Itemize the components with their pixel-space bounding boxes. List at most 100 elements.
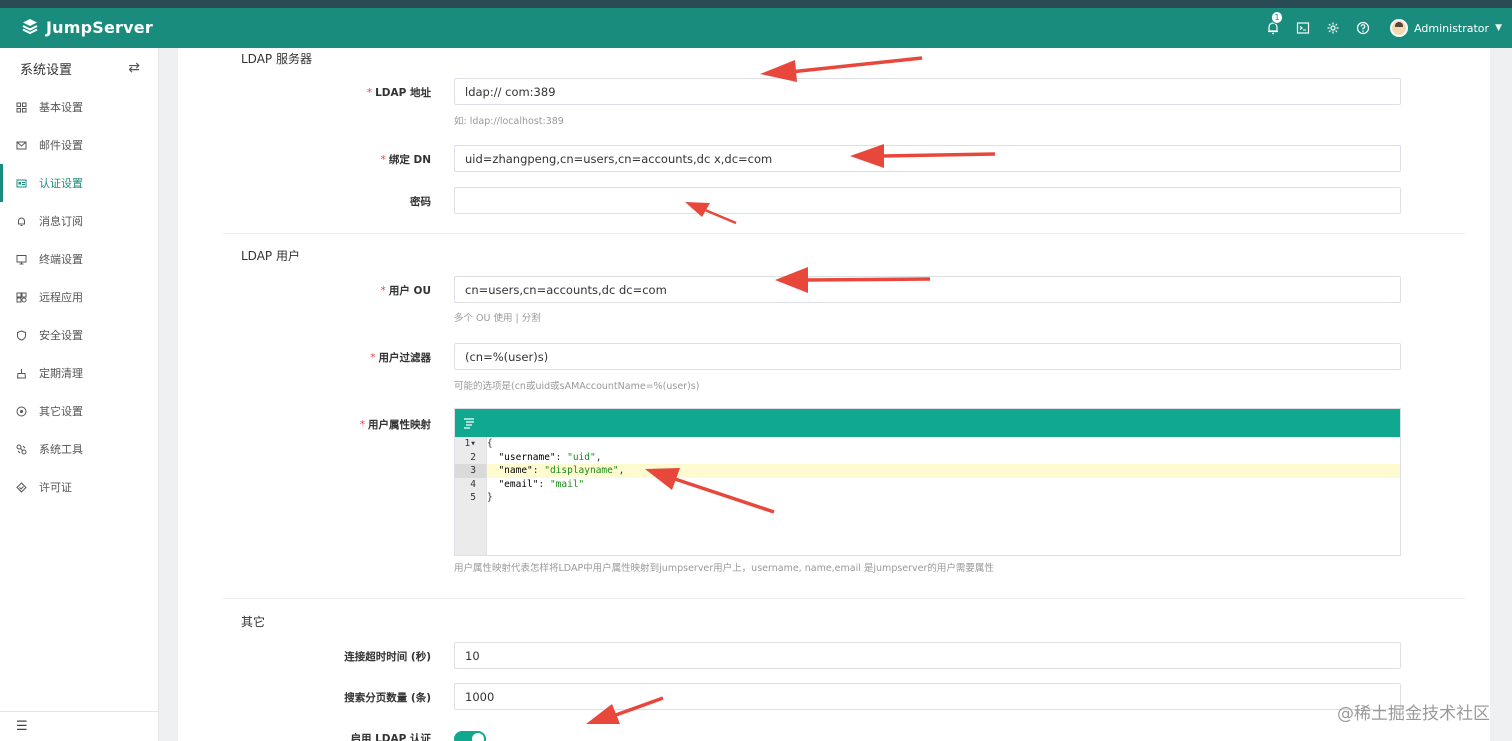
swap-icon[interactable]: ⇄ — [128, 60, 140, 76]
user-filter-hint: 可能的选项是(cn或uid或sAMAccountName=%(user)s) — [454, 381, 700, 392]
settings-button[interactable] — [1326, 21, 1340, 35]
sidebar-item-terminal[interactable]: 终端设置 — [0, 240, 158, 278]
window-top-strip — [0, 0, 1512, 8]
sidebar-item-label: 终端设置 — [39, 253, 83, 266]
sidebar-item-message[interactable]: 消息订阅 — [0, 202, 158, 240]
section-divider — [223, 233, 1465, 234]
timeout-label: 连接超时时间 (秒) — [344, 651, 431, 663]
sidebar-item-remote-app[interactable]: 远程应用 — [0, 278, 158, 316]
avatar — [1390, 19, 1409, 37]
line-number: 4 — [470, 478, 476, 490]
help-button[interactable] — [1356, 21, 1370, 35]
sidebar-item-label: 其它设置 — [39, 405, 83, 418]
ldap-address-label: * LDAP 地址 — [366, 87, 431, 99]
sidebar-item-label: 安全设置 — [39, 329, 83, 342]
sidebar-item-tools[interactable]: 系统工具 — [0, 430, 158, 468]
collapse-icon: ☰ — [16, 719, 28, 734]
terminal-icon — [1296, 22, 1310, 34]
enable-ldap-toggle[interactable] — [454, 731, 486, 741]
sidebar-item-label: 消息订阅 — [39, 215, 83, 228]
sidebar-collapse-button[interactable]: ☰ — [0, 711, 159, 741]
sidebar-item-security[interactable]: 安全设置 — [0, 316, 158, 354]
monitor-icon — [16, 254, 27, 264]
sidebar: 系统设置 ⇄ 基本设置 邮件设置 认证设置 消息订阅 终端设置 远程应用 安全设… — [0, 48, 159, 741]
id-card-icon — [16, 179, 27, 187]
sidebar-header: 系统设置 ⇄ — [0, 48, 158, 88]
brand-name: JumpServer — [46, 17, 153, 37]
required-mark: * — [380, 154, 386, 166]
user-filter-label: * 用户过滤器 — [370, 352, 431, 364]
other-section-title: 其它 — [241, 615, 266, 629]
sidebar-item-email[interactable]: 邮件设置 — [0, 126, 158, 164]
circle-icon — [16, 406, 27, 416]
tools-icon — [16, 444, 27, 454]
user-ou-hint: 多个 OU 使用 | 分割 — [454, 313, 541, 324]
required-mark: * — [366, 87, 373, 99]
bind-dn-label: * 绑定 DN — [380, 154, 431, 166]
required-mark: * — [359, 419, 365, 431]
attr-map-label: * 用户属性映射 — [359, 419, 431, 431]
code-line: } — [487, 492, 493, 503]
editor-toolbar — [455, 409, 1400, 437]
broom-icon — [16, 368, 27, 378]
sidebar-item-label: 许可证 — [39, 481, 72, 494]
chevron-down-icon: ▼ — [1495, 23, 1502, 33]
user-filter-input[interactable]: (cn=%(user)s) — [454, 343, 1401, 370]
jumpserver-logo-icon — [22, 19, 38, 35]
editor-gutter: 1▾ 2 3 4 5 — [455, 437, 487, 555]
password-label: 密码 — [410, 196, 431, 208]
ldap-address-hint: 如: ldap://localhost:389 — [454, 116, 564, 127]
ldap-server-section-title: LDAP 服务器 — [241, 52, 312, 66]
grid-icon — [16, 102, 27, 112]
sidebar-item-other[interactable]: 其它设置 — [0, 392, 158, 430]
sidebar-title: 系统设置 — [20, 62, 73, 78]
page-size-input[interactable]: 1000 — [454, 683, 1401, 710]
sidebar-item-auth[interactable]: 认证设置 — [0, 164, 158, 202]
password-input[interactable] — [454, 187, 1401, 214]
code-line: "email": "mail" — [498, 478, 585, 490]
line-number: 2 — [470, 451, 476, 463]
user-ou-label: * 用户 OU — [380, 285, 431, 297]
code-line: { — [487, 438, 493, 449]
sidebar-item-label: 系统工具 — [39, 443, 83, 456]
code-line: "username": "uid", — [498, 451, 602, 463]
notification-bell[interactable]: 1 — [1266, 11, 1284, 35]
sidebar-item-label: 远程应用 — [39, 291, 83, 304]
gear-icon — [1327, 22, 1339, 34]
sidebar-item-cleanup[interactable]: 定期清理 — [0, 354, 158, 392]
user-menu[interactable]: Administrator ▼ — [1390, 19, 1502, 37]
required-mark: * — [370, 352, 376, 364]
attr-map-json-editor[interactable]: 1▾ 2 3 4 5 { "username": "uid", "name": … — [454, 408, 1401, 556]
line-number: 3 — [455, 464, 486, 478]
user-ou-input[interactable]: cn=users,cn=accounts,dc dc=com — [454, 276, 1401, 303]
sidebar-item-basic[interactable]: 基本设置 — [0, 88, 158, 126]
attr-map-hint: 用户属性映射代表怎样将LDAP中用户属性映射到jumpserver用户上，use… — [454, 563, 994, 574]
watermark: @稀土掘金技术社区 — [1337, 704, 1490, 724]
required-mark: * — [380, 285, 386, 297]
settings-form: LDAP 服务器 * LDAP 地址 ldap:// com:389 如: lda… — [178, 48, 1490, 741]
help-icon — [1356, 21, 1370, 35]
bind-dn-input[interactable]: uid=zhangpeng,cn=users,cn=accounts,dc x,… — [454, 145, 1401, 172]
brand-logo[interactable]: JumpServer — [20, 17, 153, 37]
enable-ldap-label: 启用 LDAP 认证 — [350, 733, 431, 741]
mail-icon — [16, 141, 27, 149]
section-divider — [223, 598, 1465, 599]
ldap-address-input[interactable]: ldap:// com:389 — [454, 78, 1401, 105]
format-icon[interactable] — [463, 417, 475, 429]
sidebar-item-label: 定期清理 — [39, 367, 83, 380]
editor-code[interactable]: { "username": "uid", "name": "displaynam… — [487, 437, 1400, 555]
sidebar-item-label: 基本设置 — [39, 101, 83, 114]
sidebar-item-label: 邮件设置 — [39, 139, 83, 152]
ldap-user-section-title: LDAP 用户 — [241, 249, 300, 263]
sidebar-item-license[interactable]: 许可证 — [0, 468, 158, 506]
web-terminal-button[interactable] — [1296, 21, 1310, 35]
apps-icon — [16, 292, 27, 302]
sidebar-menu: 基本设置 邮件设置 认证设置 消息订阅 终端设置 远程应用 安全设置 定期清理 — [0, 88, 158, 506]
user-name: Administrator — [1414, 21, 1490, 35]
line-number: 1▾ — [464, 438, 476, 449]
bell-icon — [18, 217, 25, 226]
code-line: "name": "displayname", — [487, 464, 1400, 478]
timeout-input[interactable]: 10 — [454, 642, 1401, 669]
line-number: 5 — [470, 492, 476, 503]
license-icon — [16, 481, 27, 493]
